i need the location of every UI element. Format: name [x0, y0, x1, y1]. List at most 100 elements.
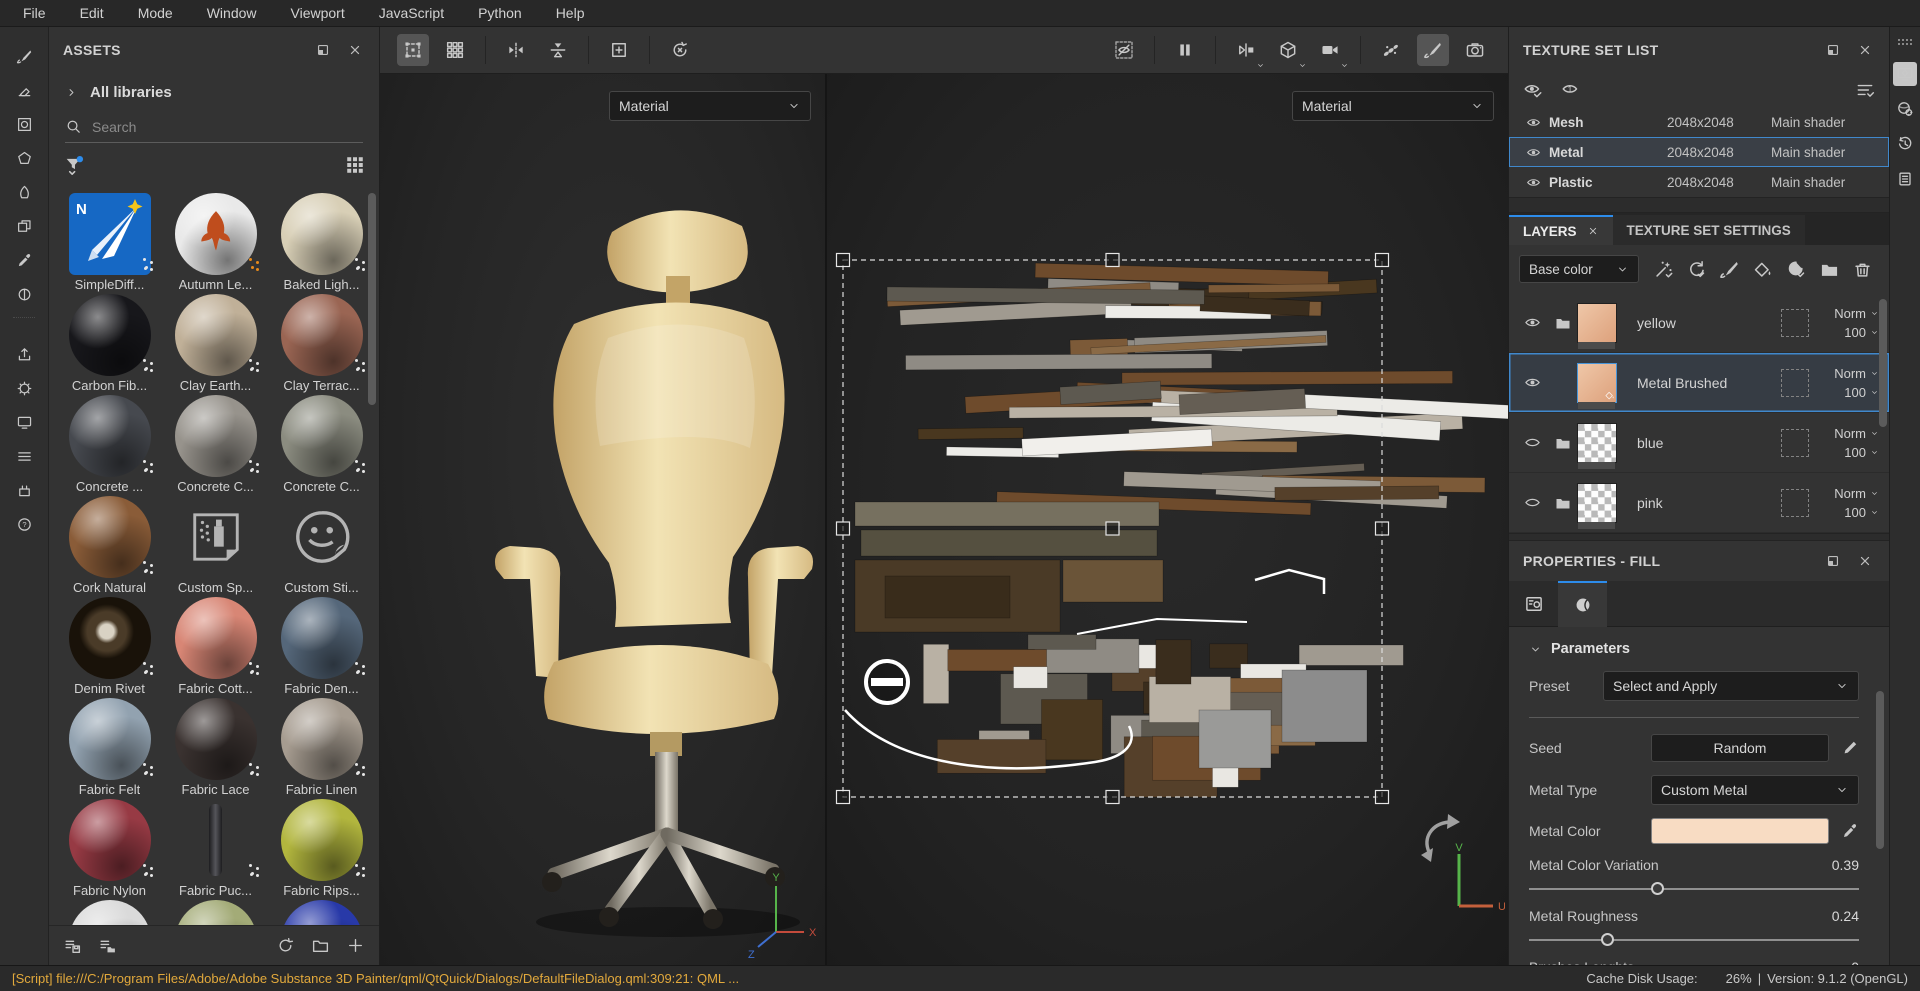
metal-color-swatch[interactable]: [1651, 818, 1829, 844]
list-options-button[interactable]: [1855, 80, 1875, 100]
menu-file[interactable]: File: [6, 0, 63, 26]
menu-edit[interactable]: Edit: [63, 0, 121, 26]
mirror-horizontal-button[interactable]: [500, 34, 532, 66]
float-panel-button[interactable]: [313, 40, 333, 60]
uv-tile-view-button[interactable]: [439, 34, 471, 66]
layer-mask-slot[interactable]: [1781, 429, 1809, 457]
tool-dropper[interactable]: [9, 245, 39, 275]
asset-fabric-cott[interactable]: Fabric Cott...: [165, 597, 266, 698]
screenshot-button[interactable]: [1459, 34, 1491, 66]
slider-knob[interactable]: [1651, 882, 1664, 895]
close-panel-button[interactable]: [1855, 551, 1875, 571]
slider-track[interactable]: [1529, 939, 1859, 941]
layer-yellow[interactable]: yellowNorm100: [1509, 293, 1889, 353]
blend-mode-dropdown[interactable]: Norm: [1834, 486, 1879, 501]
add-paint-layer-button[interactable]: [1719, 259, 1740, 280]
properties-scrollbar[interactable]: [1876, 691, 1884, 849]
transform-handle[interactable]: [1106, 522, 1119, 535]
list-view-save-button[interactable]: [63, 936, 82, 955]
layers-scrollbar[interactable]: [1879, 299, 1887, 427]
tool-display[interactable]: [9, 407, 39, 437]
layer-metal-brushed[interactable]: Metal BrushedNorm100: [1509, 353, 1889, 413]
layer-mask-slot[interactable]: [1781, 489, 1809, 517]
layer-pink[interactable]: pinkNorm100: [1509, 473, 1889, 533]
parameters-section[interactable]: Parameters: [1529, 641, 1859, 657]
render-view-mode-button[interactable]: [1230, 34, 1262, 66]
tab-layers[interactable]: LAYERS: [1509, 215, 1613, 245]
asset-carbon-fib[interactable]: Carbon Fib...: [59, 294, 160, 395]
seed-random-button[interactable]: Random: [1651, 734, 1829, 762]
tool-export[interactable]: [9, 339, 39, 369]
viewport-2d[interactable]: Material V U: [827, 74, 1508, 965]
visibility-toggle[interactable]: [1517, 175, 1549, 190]
opacity-dropdown[interactable]: 100: [1844, 505, 1879, 520]
dock-log-button[interactable]: [1893, 167, 1917, 191]
texture-set-plastic[interactable]: Plastic2048x2048Main shader: [1509, 167, 1889, 197]
blend-mode-dropdown[interactable]: Norm: [1834, 306, 1879, 321]
transform-handle[interactable]: [1376, 522, 1389, 535]
grid-view-button[interactable]: [345, 155, 365, 175]
new-folder-button[interactable]: [311, 936, 330, 955]
asset-partial[interactable]: [59, 900, 160, 925]
transform-handle[interactable]: [1376, 254, 1389, 267]
add-fill-layer-button[interactable]: [1752, 259, 1773, 280]
tab-fill-settings[interactable]: [1509, 581, 1558, 627]
tab-texture-set-settings[interactable]: TEXTURE SET SETTINGS: [1613, 215, 1805, 245]
asset-concrete-c[interactable]: Concrete C...: [271, 395, 372, 496]
asset-baked-ligh[interactable]: Baked Ligh...: [271, 193, 372, 294]
tool-projection[interactable]: [9, 109, 39, 139]
close-tab-icon[interactable]: [1587, 225, 1599, 237]
add-smart-material-button[interactable]: [1653, 259, 1674, 280]
dock-display-settings-button[interactable]: [1893, 62, 1917, 86]
asset-autumn-le[interactable]: Autumn Le...: [165, 193, 266, 294]
float-panel-button[interactable]: [1823, 551, 1843, 571]
asset-concrete-c[interactable]: Concrete C...: [165, 395, 266, 496]
dock-shader-settings-button[interactable]: [1893, 97, 1917, 121]
transform-handle[interactable]: [1376, 791, 1389, 804]
asset-fabric-rips[interactable]: Fabric Rips...: [271, 799, 372, 900]
search-input[interactable]: [92, 119, 363, 135]
blend-mode-dropdown[interactable]: Norm: [1834, 426, 1879, 441]
tool-smudge[interactable]: [9, 177, 39, 207]
asset-clay-terrac[interactable]: Clay Terrac...: [271, 294, 372, 395]
close-panel-button[interactable]: [345, 40, 365, 60]
toggle-all-visibility-button[interactable]: [1523, 80, 1543, 100]
tool-bake[interactable]: [9, 373, 39, 403]
transform-handle[interactable]: [837, 522, 850, 535]
asset-fabric-felt[interactable]: Fabric Felt: [59, 698, 160, 799]
tool-help[interactable]: ?: [9, 509, 39, 539]
asset-partial[interactable]: [271, 900, 372, 925]
tool-paint[interactable]: [9, 41, 39, 71]
visibility-toggle[interactable]: [1517, 115, 1549, 130]
tool-plugins[interactable]: [9, 475, 39, 505]
asset-denim-rivet[interactable]: Denim Rivet: [59, 597, 160, 698]
camera-view-button[interactable]: [1314, 34, 1346, 66]
particle-brush-button[interactable]: [1375, 34, 1407, 66]
asset-custom-sti[interactable]: Custom Sti...: [271, 496, 372, 597]
add-asset-button[interactable]: [346, 936, 365, 955]
opacity-dropdown[interactable]: 100: [1844, 325, 1879, 340]
slider-track[interactable]: [1529, 888, 1859, 890]
add-smart-mask-button[interactable]: [1686, 259, 1707, 280]
slider-knob[interactable]: [1601, 933, 1614, 946]
metal-type-dropdown[interactable]: Custom Metal: [1651, 775, 1859, 805]
texture-set-metal[interactable]: Metal2048x2048Main shader: [1509, 137, 1889, 167]
filter-funnel-button[interactable]: [63, 154, 85, 176]
menu-viewport[interactable]: Viewport: [274, 0, 362, 26]
opacity-dropdown[interactable]: 100: [1844, 385, 1879, 400]
channel-filter-dropdown[interactable]: Base color: [1519, 255, 1639, 283]
tool-shelf[interactable]: [9, 441, 39, 471]
list-view-folder-button[interactable]: [98, 936, 117, 955]
script-log-message[interactable]: [Script] file:///C:/Program Files/Adobe/…: [12, 971, 1580, 986]
tab-material[interactable]: [1558, 581, 1607, 627]
edit-seed-icon[interactable]: [1841, 739, 1859, 757]
layer-thumbnail[interactable]: [1577, 363, 1617, 403]
asset-fabric-lace[interactable]: Fabric Lace: [165, 698, 266, 799]
mirror-vertical-button[interactable]: [542, 34, 574, 66]
asset-partial[interactable]: [165, 900, 266, 925]
menu-python[interactable]: Python: [461, 0, 539, 26]
asset-simplediff[interactable]: NSimpleDiff...: [59, 193, 160, 294]
asset-fabric-den[interactable]: Fabric Den...: [271, 597, 372, 698]
asset-fabric-nylon[interactable]: Fabric Nylon: [59, 799, 160, 900]
opacity-dropdown[interactable]: 100: [1844, 445, 1879, 460]
